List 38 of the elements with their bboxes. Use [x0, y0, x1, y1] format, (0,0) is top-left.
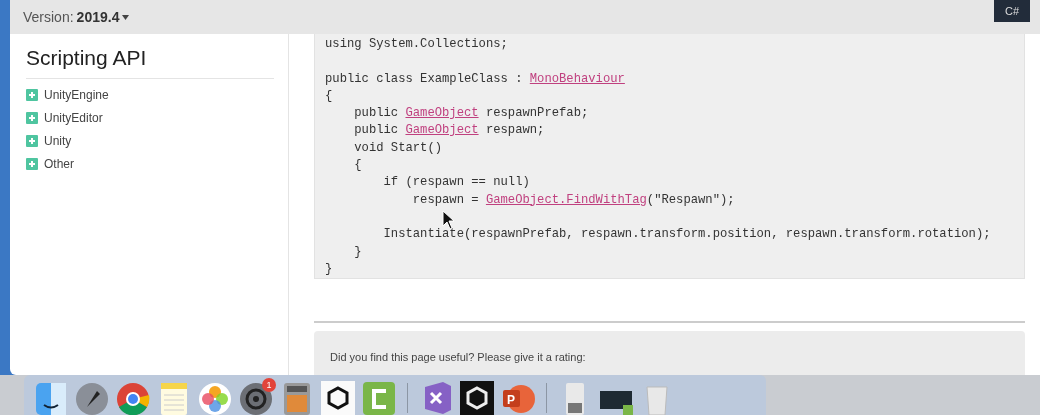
code-link[interactable]: GameObject [405, 105, 479, 123]
tree-item[interactable]: Unity [44, 134, 72, 148]
code-text: public [353, 122, 400, 140]
code-text: } [325, 260, 333, 278]
flower-icon[interactable] [198, 381, 232, 415]
gear-icon[interactable] [239, 381, 273, 415]
code-text: respawn; [484, 122, 545, 140]
code-text: respawnPrefab; [484, 105, 589, 123]
code-text: Instantiate(respawnPrefab, respawn.transform.position, respawn.transform.rotation); [382, 226, 991, 244]
code-text: { [325, 87, 333, 105]
tree-item[interactable]: UnityEditor [44, 111, 103, 125]
language-button[interactable]: C# [994, 0, 1030, 22]
browser-icon[interactable] [116, 381, 150, 415]
code-text: void Start() [353, 139, 443, 157]
code-text: respawn = [411, 191, 480, 209]
c-letter-icon[interactable] [362, 381, 396, 415]
code-link[interactable]: GameObject.FindWithTag [485, 191, 647, 209]
cube-logo-icon[interactable] [321, 381, 355, 415]
code-text: using System.Collections; [325, 36, 508, 53]
notification-badge: 1 [262, 378, 276, 392]
code-text: public class ExampleClass : [325, 70, 524, 88]
version-selector[interactable]: Version: 2019.4 [23, 9, 130, 25]
caret-icon [122, 14, 130, 20]
code-link[interactable]: MonoBehaviour [529, 70, 625, 88]
code-link[interactable]: GameObject [405, 122, 479, 140]
sidebar-title: Scripting API [26, 46, 274, 79]
code-text: } [353, 243, 362, 261]
cube-logo-icon[interactable] [460, 381, 494, 415]
mouse-pointer-icon [442, 210, 456, 230]
code-text: ("Respawn"); [646, 191, 735, 209]
finder-icon[interactable] [34, 381, 68, 415]
tree-item[interactable]: Other [44, 157, 74, 171]
code-text: if (respawn == null) [382, 174, 530, 192]
code-text: { [353, 157, 362, 175]
rocket-icon[interactable] [75, 381, 109, 415]
tree-item[interactable]: UnityEngine [44, 88, 109, 102]
code-text: public [353, 105, 400, 123]
feedback-prompt: Did you find this page useful? Please give it a rating: [330, 351, 586, 363]
